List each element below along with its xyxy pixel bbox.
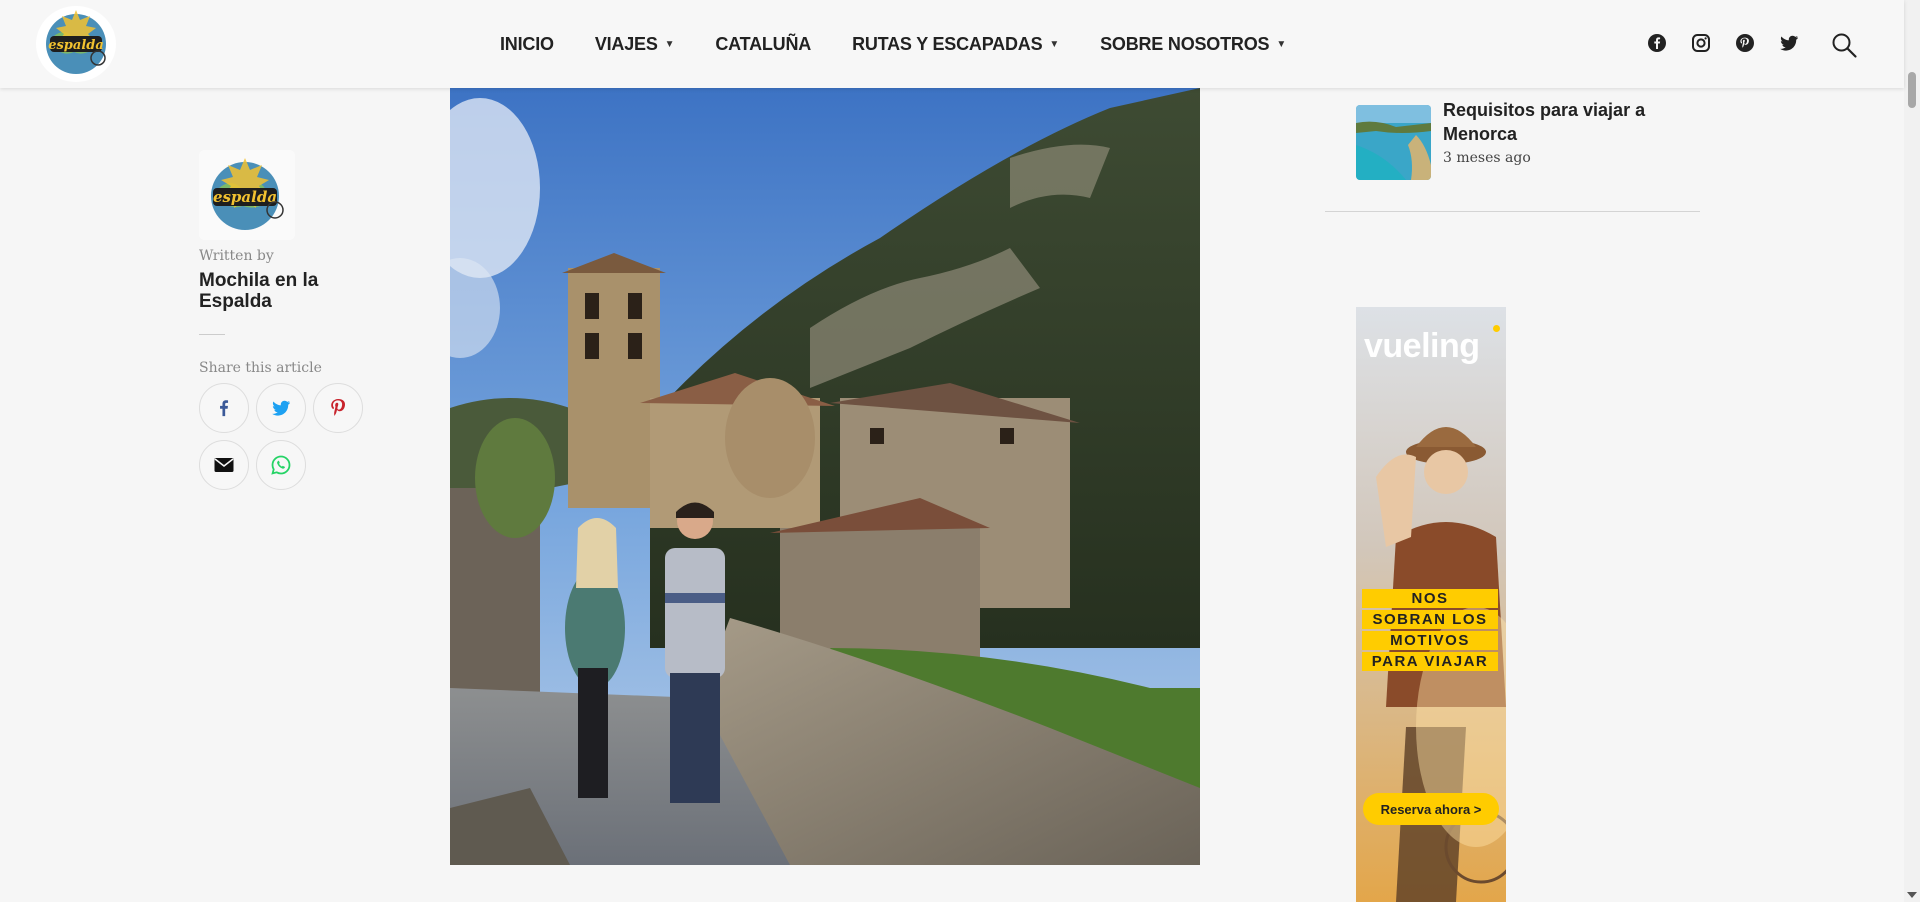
vueling-ad-banner[interactable]: vueling NOS SOBRAN LOS MOTIVOS PARA VIAJ… bbox=[1356, 307, 1506, 902]
instagram-icon[interactable] bbox=[1691, 33, 1711, 53]
nav-label: INICIO bbox=[500, 33, 554, 54]
share-email-button[interactable] bbox=[199, 440, 249, 490]
written-by-label: Written by bbox=[199, 248, 274, 264]
share-facebook-button[interactable] bbox=[199, 383, 249, 433]
recent-post-title[interactable]: Requisitos para viajar a Menorca bbox=[1443, 98, 1693, 146]
pinterest-icon bbox=[331, 399, 345, 416]
nav-label: CATALUÑA bbox=[715, 33, 812, 54]
nav-item-viajes[interactable]: VIAJES ▼ bbox=[595, 34, 675, 55]
twitter-icon[interactable] bbox=[1779, 33, 1799, 53]
recent-post-thumbnail[interactable] bbox=[1356, 105, 1431, 180]
recent-post-date: 3 meses ago bbox=[1443, 150, 1531, 166]
share-label: Share this article bbox=[199, 360, 322, 376]
sidebar-divider bbox=[1325, 211, 1700, 212]
scroll-down-arrow-icon[interactable] bbox=[1907, 892, 1917, 898]
pinterest-icon[interactable] bbox=[1735, 33, 1755, 53]
chevron-down-icon: ▼ bbox=[1276, 38, 1287, 50]
share-twitter-button[interactable] bbox=[256, 383, 306, 433]
nav-item-rutas[interactable]: RUTAS Y ESCAPADAS ▼ bbox=[852, 34, 1059, 55]
ad-slogan-line: SOBRAN LOS bbox=[1362, 610, 1498, 629]
facebook-icon bbox=[220, 400, 229, 417]
ad-slogan-line: NOS bbox=[1362, 589, 1498, 608]
email-icon bbox=[214, 458, 234, 472]
article-photo bbox=[450, 88, 1200, 865]
nav-label: SOBRE NOSOTROS bbox=[1100, 33, 1270, 54]
nav-item-cataluna[interactable]: CATALUÑA bbox=[715, 34, 811, 55]
ad-slogan-line: MOTIVOS bbox=[1362, 631, 1498, 650]
site-header: espalda INICIO VIAJES ▼ CATALUÑA RUTAS Y… bbox=[0, 0, 1904, 88]
ad-brand-logo: vueling bbox=[1364, 327, 1480, 365]
author-divider bbox=[199, 334, 225, 335]
author-avatar: espalda bbox=[199, 150, 295, 240]
ad-slogan-line: PARA VIAJAR bbox=[1362, 652, 1498, 671]
page-scrollbar[interactable] bbox=[1904, 0, 1920, 902]
share-whatsapp-button[interactable] bbox=[256, 440, 306, 490]
scrollbar-thumb[interactable] bbox=[1908, 72, 1916, 108]
facebook-icon[interactable] bbox=[1647, 33, 1667, 53]
chevron-down-icon: ▼ bbox=[664, 38, 675, 50]
main-nav: INICIO VIAJES ▼ CATALUÑA RUTAS Y ESCAPAD… bbox=[500, 0, 1327, 88]
ad-slogan: NOS SOBRAN LOS MOTIVOS PARA VIAJAR bbox=[1362, 589, 1498, 673]
svg-text:espalda: espalda bbox=[213, 188, 277, 206]
search-icon[interactable] bbox=[1830, 31, 1858, 59]
nav-item-inicio[interactable]: INICIO bbox=[500, 34, 554, 55]
twitter-icon bbox=[272, 400, 290, 416]
nav-item-sobre-nosotros[interactable]: SOBRE NOSOTROS ▼ bbox=[1100, 34, 1286, 55]
site-logo[interactable]: espalda bbox=[36, 6, 116, 82]
ad-cta-button[interactable]: Reserva ahora > bbox=[1363, 793, 1499, 825]
chevron-down-icon: ▼ bbox=[1049, 38, 1060, 50]
nav-label: RUTAS Y ESCAPADAS bbox=[852, 33, 1043, 54]
author-name[interactable]: Mochila en la Espalda bbox=[199, 270, 359, 312]
ad-brand-dot bbox=[1493, 325, 1500, 332]
nav-label: VIAJES bbox=[594, 33, 658, 54]
whatsapp-icon bbox=[271, 455, 291, 475]
share-pinterest-button[interactable] bbox=[313, 383, 363, 433]
